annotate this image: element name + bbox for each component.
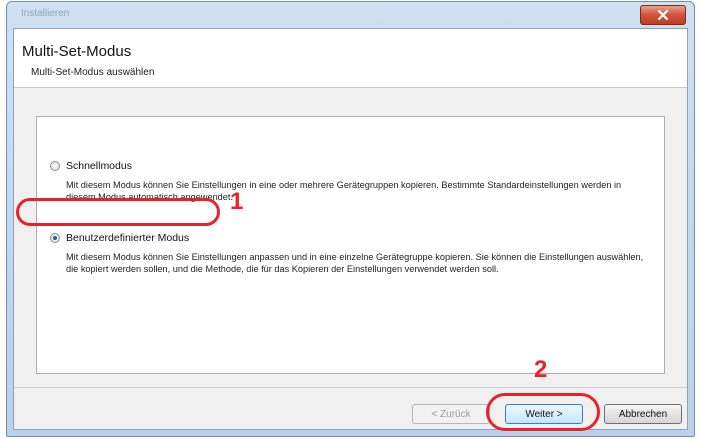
title-bar[interactable]: Installieren	[7, 2, 694, 28]
options-panel: Schnellmodus Mit diesem Modus können Sie…	[36, 116, 665, 374]
window-title: Installieren	[21, 8, 70, 19]
page-subtitle: Multi-Set-Modus auswählen	[31, 67, 155, 78]
option-description: Mit diesem Modus können Sie Einstellunge…	[66, 252, 644, 274]
radio-button-schnellmodus[interactable]	[50, 161, 60, 171]
footer-divider	[14, 387, 687, 388]
annotation-ellipse-1	[16, 198, 220, 226]
radio-option-schnellmodus[interactable]: Schnellmodus	[50, 160, 132, 172]
wizard-header: Multi-Set-Modus Multi-Set-Modus auswähle…	[14, 29, 687, 88]
annotation-ellipse-2	[486, 393, 600, 431]
annotation-number-2: 2	[534, 356, 548, 383]
option-label: Benutzerdefinierter Modus	[66, 232, 190, 244]
close-button[interactable]	[640, 5, 686, 25]
page-title: Multi-Set-Modus	[22, 43, 132, 60]
radio-button-benutzerdefiniert[interactable]	[50, 233, 60, 243]
wizard-client-area: Multi-Set-Modus Multi-Set-Modus auswähle…	[13, 28, 688, 430]
radio-option-benutzerdefiniert[interactable]: Benutzerdefinierter Modus	[50, 232, 189, 244]
cancel-button[interactable]: Abbrechen	[604, 404, 682, 424]
annotation-number-1: 1	[230, 188, 244, 215]
close-icon	[657, 9, 669, 21]
back-button[interactable]: < Zurück	[412, 404, 490, 424]
option-label: Schnellmodus	[66, 160, 132, 172]
